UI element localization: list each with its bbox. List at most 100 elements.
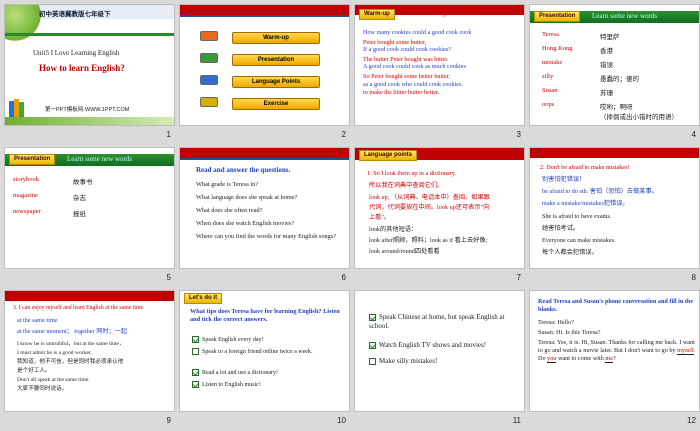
slide-thumb-12[interactable]: Read Teresa and Susan's phone conversati… — [529, 290, 700, 428]
slide-thumb-6[interactable]: Read and answer the questions. What grad… — [179, 147, 350, 285]
question: What language does she speak at home? — [196, 194, 298, 201]
top-strip — [180, 158, 349, 160]
slide-thumb-10[interactable]: Let's do it What tips does Teresa have f… — [179, 290, 350, 428]
slide-thumb-2[interactable]: Warm-up Presentation Language Points Exe… — [179, 4, 350, 142]
checkbox[interactable] — [369, 357, 376, 365]
menu-exercise[interactable]: Exercise — [232, 98, 320, 110]
twister-line: to make the bitter butter better. — [363, 89, 440, 96]
question: What does she often read? — [196, 207, 263, 214]
section-tag: Warm-up — [359, 9, 395, 20]
slide-thumb-3[interactable]: Warm-up Tongue Twister How many cookies … — [354, 4, 525, 142]
slide-thumb-8[interactable]: 2. Don't be afraid to make mistakes! 别害怕… — [529, 147, 700, 285]
tip-item: Speak Chinese at home, but speak English… — [369, 313, 505, 331]
point-line: 我知道，他不可信，但是同时我必须承认他 — [17, 359, 124, 365]
menu-presentation[interactable]: Presentation — [232, 54, 320, 66]
checkbox[interactable] — [192, 381, 199, 388]
point-line: look around/round四处看看 — [369, 248, 440, 255]
twister-line: So Peter bought some better butter, — [363, 73, 451, 80]
point-line: 代词，代词要放在中间。look up还可表示"向 — [369, 204, 490, 211]
slide-number: 1 — [166, 130, 171, 139]
point-line: at the same moment； together 同时；一起 — [17, 328, 128, 335]
slide-thumb-1[interactable]: 初中英语冀教版七年级下 Unit5 I Love Learning Englis… — [4, 4, 175, 142]
slide-number: 11 — [512, 416, 521, 425]
point-line: 大家不要同时说话。 — [17, 386, 68, 392]
twister-line: A good cook could cook as much cookies — [363, 63, 466, 70]
slide-number: 12 — [687, 416, 696, 425]
checkbox[interactable] — [369, 341, 376, 349]
point-line: 所以我在词典中查阅它们。 — [369, 182, 444, 189]
section-tag: Presentation — [9, 154, 56, 165]
dialogue-line: Susan: Hi. Is this Teresa? — [538, 329, 601, 336]
vocab-meaning: 哎哟；啊呀 — [600, 104, 633, 111]
question: Where can you find the words for many En… — [196, 233, 337, 240]
point-line: look after照顾，照料；look as if 看上去好像; — [369, 237, 488, 244]
vocab-meaning: 故事书 — [73, 179, 93, 186]
slide-number: 4 — [691, 130, 696, 139]
footer-text: 第一PPT模板网-WWW.1PPT.COM — [45, 107, 130, 113]
slide-number: 6 — [341, 273, 346, 282]
blank-answer[interactable]: myself — [677, 347, 694, 356]
tip-item: Make silly mistakes! — [369, 357, 519, 365]
tip-item: Watch English TV shows and movies! — [369, 341, 519, 349]
slide-heading: Read Teresa and Susan's phone conversati… — [538, 298, 694, 314]
point-line: 1. So I look them up in a dictionary. — [367, 170, 456, 177]
slide-thumb-11[interactable]: Speak Chinese at home, but speak English… — [354, 290, 525, 428]
top-bar — [180, 148, 349, 158]
checkbox[interactable] — [192, 336, 199, 343]
slide-heading: What tips does Teresa have for learning … — [190, 308, 340, 324]
vocab-word: mistake — [542, 59, 563, 66]
vocab-note: （摔倒或出小错时的用语） — [600, 114, 678, 121]
slide-number: 3 — [516, 130, 521, 139]
section-tag: Let's do it — [184, 293, 223, 304]
top-bar — [180, 5, 349, 15]
vocab-word: silly — [542, 73, 554, 80]
menu-warm-up[interactable]: Warm-up — [232, 32, 320, 44]
checkbox[interactable] — [192, 369, 199, 376]
point-line: She is afraid to have exams. — [542, 213, 612, 220]
menu-language-points[interactable]: Language Points — [232, 76, 320, 88]
divider — [5, 33, 174, 36]
blank-answer[interactable]: me — [605, 355, 613, 364]
twister-line: as a good cook who could cook cookies. — [363, 81, 464, 88]
point-line: look up, （从词典、电话本中）查阅。如果跟 — [369, 194, 490, 201]
unit-title: Unit5 I Love Learning English — [33, 49, 120, 57]
slide-number: 2 — [341, 130, 346, 139]
dialogue-line: Teresa: Yes, it is. Hi, Susan. Thanks fo… — [538, 339, 696, 364]
vocab-meaning: 错误 — [600, 62, 613, 69]
series-banner: 初中英语冀教版七年级下 — [39, 11, 111, 18]
dialogue-line: Teresa: Hello? — [538, 319, 574, 326]
vocab-word: magazine — [13, 192, 38, 199]
book-icon — [200, 75, 218, 85]
vocab-meaning: 特里萨 — [600, 34, 620, 41]
question: When does she watch English movies? — [196, 220, 295, 227]
slide-number: 5 — [166, 273, 171, 282]
slide-thumb-9[interactable]: 3. I can enjoy myself and learn English … — [4, 290, 175, 428]
slide-sorter-grid: 初中英语冀教版七年级下 Unit5 I Love Learning Englis… — [4, 4, 700, 428]
slide-thumb-5[interactable]: Presentation Learn some new words storyb… — [4, 147, 175, 285]
point-line: 每个人都会犯错误。 — [542, 249, 598, 256]
blank-answer[interactable]: you — [547, 355, 557, 364]
point-line: 2. Don't be afraid to make mistakes! — [540, 164, 630, 171]
section-tag: Language points — [359, 150, 417, 161]
twister-line: If a good cook could cook cookies? — [363, 46, 451, 53]
checkbox[interactable] — [192, 348, 199, 355]
vocab-meaning: 愚蠢的；傻的 — [600, 76, 639, 83]
tip-item: Speak English every day! — [192, 336, 342, 343]
point-line: look的其他短语： — [369, 226, 418, 233]
tip-item: Listen to English music! — [192, 381, 342, 388]
slide-heading: Tongue Twister — [431, 8, 478, 17]
slide-thumb-4[interactable]: Presentation Learn some new words Teresa… — [529, 4, 700, 142]
slide-thumb-7[interactable]: Language points 1. So I look them up in … — [354, 147, 525, 285]
slide-number: 10 — [337, 416, 346, 425]
point-line: 别害怕犯错误！ — [542, 176, 586, 183]
top-bar — [5, 291, 174, 301]
vocab-meaning: 杂志 — [73, 195, 86, 202]
point-line: 她害怕考试。 — [542, 225, 580, 232]
vocab-word: oops — [542, 101, 555, 108]
vocab-word: Hong Kong — [542, 45, 573, 52]
vocab-word: storybook — [13, 176, 39, 183]
point-line: 3. I can enjoy myself and learn English … — [13, 305, 145, 311]
checkbox[interactable] — [369, 313, 376, 321]
top-strip — [180, 15, 349, 17]
point-line: 上看"。 — [369, 214, 391, 221]
